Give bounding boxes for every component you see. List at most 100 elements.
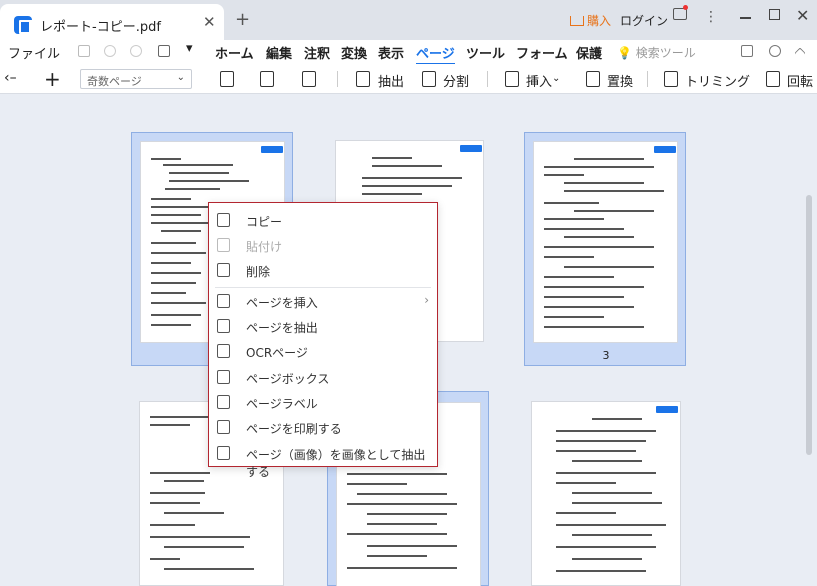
text-line <box>151 252 206 254</box>
context-menu-insert-page[interactable]: ページを挿入 › <box>209 289 437 313</box>
context-menu-print-page[interactable]: ページを印刷する <box>209 415 437 439</box>
text-line <box>151 314 201 316</box>
split-icon[interactable] <box>422 71 436 87</box>
split-button[interactable]: 分割 <box>443 71 469 90</box>
copy-icon <box>217 213 230 227</box>
page-filter-select[interactable]: 奇数ページ ⌄ <box>80 69 192 89</box>
context-menu-label: OCRページ <box>246 346 308 360</box>
trash-icon <box>217 263 230 277</box>
menu-form[interactable]: フォーム <box>516 43 568 62</box>
toolbar-separator <box>647 71 648 87</box>
save-icon[interactable] <box>78 45 90 57</box>
rotate-left-icon[interactable] <box>220 71 234 87</box>
rotate-button[interactable]: 回転 <box>787 71 813 90</box>
maximize-button[interactable] <box>769 9 780 20</box>
context-menu-delete[interactable]: 削除 <box>209 258 437 282</box>
page-thumbnail-3[interactable]: 3 <box>524 132 686 366</box>
text-line <box>544 286 644 288</box>
text-line <box>357 493 447 495</box>
login-button[interactable]: ログイン <box>620 12 668 29</box>
extract-icon[interactable] <box>356 71 370 87</box>
page-thumbnail-6[interactable] <box>529 395 691 586</box>
document-tab[interactable]: レポート-コピー.pdf ✕ <box>0 4 224 40</box>
menu-home[interactable]: ホーム <box>215 43 254 62</box>
context-menu-ocr[interactable]: OCRページ <box>209 339 437 363</box>
context-menu-page-label[interactable]: ページラベル <box>209 390 437 414</box>
quick-access-dropdown-icon[interactable]: ▾ <box>186 41 193 56</box>
page-number: 3 <box>602 349 610 362</box>
undo-icon[interactable] <box>104 45 116 57</box>
page-tag-icon <box>656 406 678 413</box>
delete-page-icon[interactable] <box>302 71 316 87</box>
insert-page-icon <box>217 294 230 308</box>
menu-page[interactable]: ページ <box>416 43 455 65</box>
app-logo-icon <box>14 16 33 34</box>
text-line <box>151 158 181 160</box>
insert-button[interactable]: 挿入 <box>526 71 552 90</box>
menu-tools[interactable]: ツール <box>466 43 505 62</box>
text-line <box>544 256 594 258</box>
title-bar: レポート-コピー.pdf ✕ + 購入 ログイン ⋮ ✕ <box>0 0 817 40</box>
text-line <box>544 296 624 298</box>
menu-edit[interactable]: 編集 <box>266 43 292 62</box>
text-line <box>556 524 666 526</box>
text-line <box>150 502 200 504</box>
upload-icon[interactable] <box>769 45 781 57</box>
new-tab-button[interactable]: + <box>235 9 250 30</box>
minimize-button[interactable] <box>740 17 751 19</box>
replace-icon[interactable] <box>586 71 600 87</box>
back-icon[interactable]: ‹– <box>4 70 17 86</box>
tab-close-icon[interactable]: ✕ <box>203 13 216 31</box>
text-line <box>362 177 462 179</box>
add-icon[interactable]: + <box>44 67 61 91</box>
text-line <box>556 472 656 474</box>
text-line <box>150 524 195 526</box>
context-menu-copy[interactable]: コピー <box>209 208 437 232</box>
text-line <box>572 492 652 494</box>
text-line <box>544 326 644 328</box>
text-line <box>367 513 447 515</box>
menu-bar: ファイル ▾ ホーム 編集 注釈 変換 表示 ページ ツール フォーム 保護 💡… <box>0 40 817 65</box>
context-menu-label: ページを印刷する <box>246 422 342 436</box>
buy-button[interactable]: 購入 <box>570 12 611 29</box>
page-tag-icon <box>261 146 283 153</box>
text-line <box>367 555 427 557</box>
extract-button[interactable]: 抽出 <box>378 71 404 90</box>
text-line <box>544 218 604 220</box>
vertical-scrollbar[interactable] <box>806 195 812 455</box>
rotate-icon[interactable] <box>766 71 780 87</box>
menu-annotate[interactable]: 注釈 <box>304 43 330 62</box>
text-line <box>151 292 186 294</box>
text-line <box>574 210 654 212</box>
menu-convert[interactable]: 変換 <box>341 43 367 62</box>
context-menu-page-box[interactable]: ページボックス <box>209 365 437 389</box>
menu-protect[interactable]: 保護 <box>576 43 602 62</box>
rotate-right-icon[interactable] <box>260 71 274 87</box>
context-menu-extract-page[interactable]: ページを抽出 <box>209 314 437 338</box>
context-menu-extract-image[interactable]: ページ（画像）を画像として抽出する <box>209 441 437 479</box>
print-icon[interactable] <box>158 45 170 57</box>
context-menu-label: ページ（画像）を画像として抽出する <box>246 448 426 479</box>
redo-icon[interactable] <box>130 45 142 57</box>
text-line <box>367 545 457 547</box>
collapse-icon[interactable] <box>794 47 806 59</box>
insert-icon[interactable] <box>505 71 519 87</box>
buy-label: 購入 <box>587 14 612 28</box>
search-tools[interactable]: 💡 検索ツール <box>617 44 696 61</box>
text-line <box>150 492 205 494</box>
text-line <box>362 193 422 195</box>
share-icon[interactable] <box>741 45 753 57</box>
menu-file[interactable]: ファイル <box>8 43 60 62</box>
insert-chevron-icon[interactable]: ⌄ <box>552 73 560 84</box>
close-window-button[interactable]: ✕ <box>796 6 809 25</box>
text-line <box>544 166 654 168</box>
replace-button[interactable]: 置換 <box>607 71 633 90</box>
text-line <box>151 222 211 224</box>
trim-button[interactable]: トリミング <box>685 71 750 90</box>
menu-view[interactable]: 表示 <box>378 43 404 62</box>
more-menu-icon[interactable]: ⋮ <box>704 9 718 25</box>
context-menu-paste[interactable]: 貼付け <box>209 233 437 257</box>
text-line <box>572 558 642 560</box>
text-line <box>544 316 604 318</box>
trim-icon[interactable] <box>664 71 678 87</box>
